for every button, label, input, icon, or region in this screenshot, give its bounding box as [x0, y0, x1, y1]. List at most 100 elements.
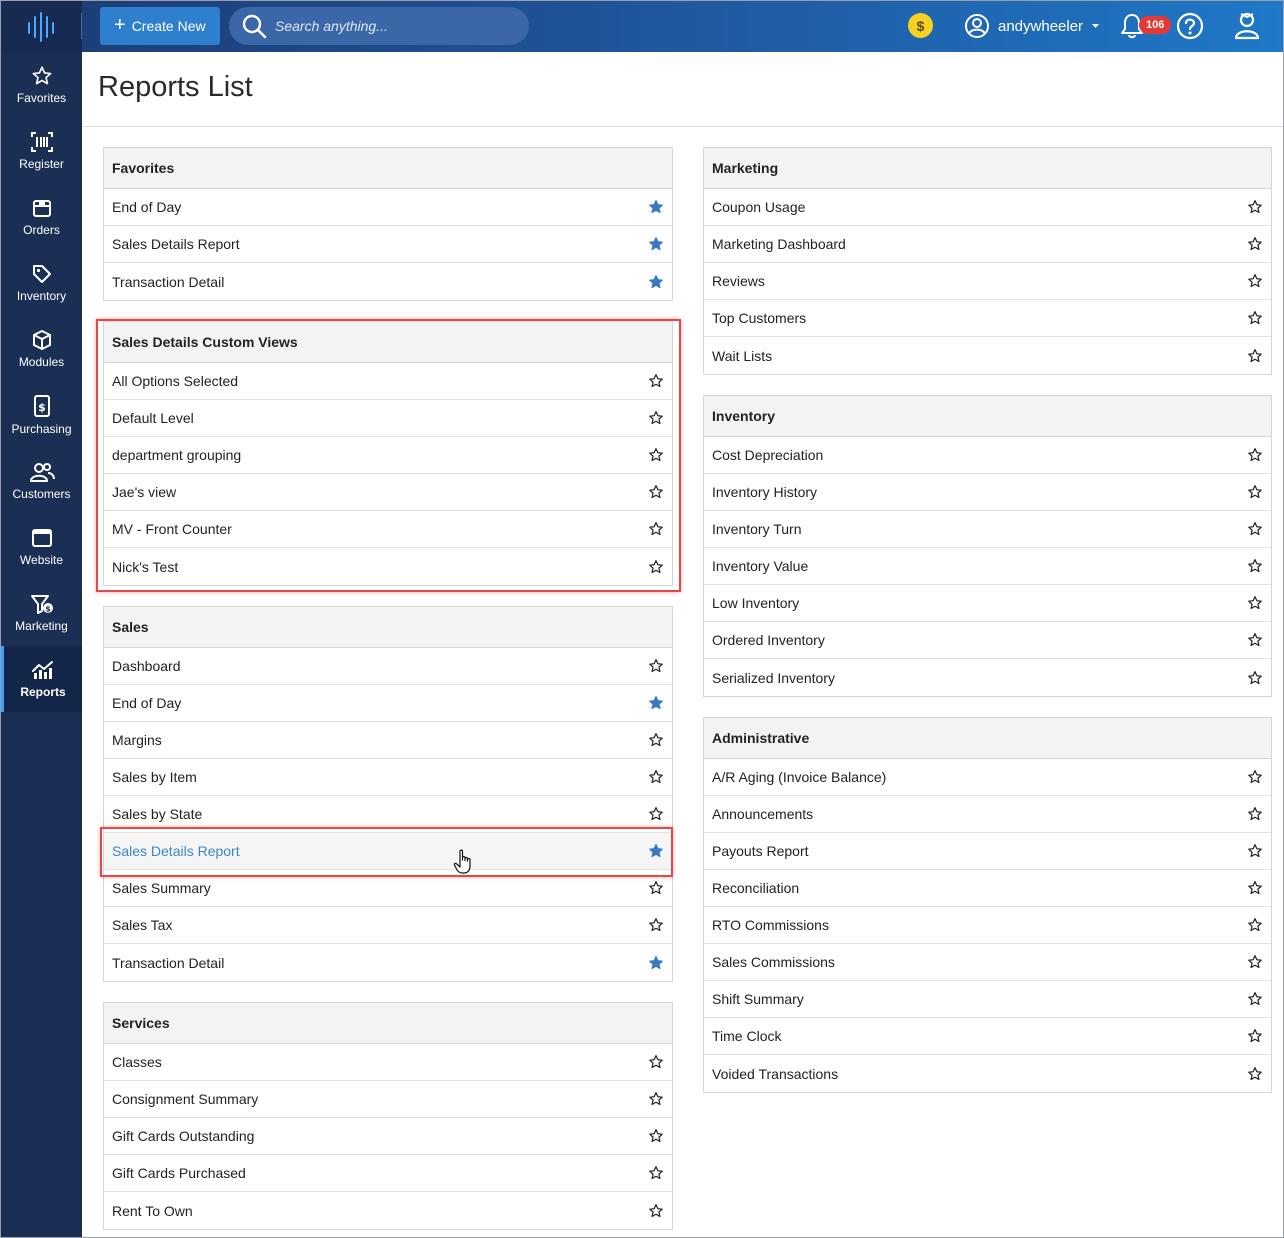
report-row[interactable]: Voided Transactions: [704, 1055, 1271, 1092]
report-link[interactable]: Jae's view: [112, 484, 176, 500]
report-row[interactable]: Sales by State: [104, 796, 672, 833]
report-row[interactable]: Sales Tax: [104, 907, 672, 944]
favorite-toggle-button[interactable]: [1247, 806, 1263, 822]
favorite-toggle-button[interactable]: [648, 274, 664, 290]
report-link[interactable]: Sales Summary: [112, 880, 211, 896]
favorite-toggle-button[interactable]: [1247, 880, 1263, 896]
report-link[interactable]: Classes: [112, 1054, 162, 1070]
favorite-toggle-button[interactable]: [648, 373, 664, 389]
report-row[interactable]: Inventory Turn: [704, 511, 1271, 548]
report-link[interactable]: Consignment Summary: [112, 1091, 258, 1107]
report-link[interactable]: Gift Cards Outstanding: [112, 1128, 254, 1144]
sidebar-item-customers[interactable]: Customers: [1, 448, 82, 514]
report-link[interactable]: Nick's Test: [112, 559, 178, 575]
report-link[interactable]: Ordered Inventory: [712, 632, 825, 648]
report-link[interactable]: Margins: [112, 732, 162, 748]
favorite-toggle-button[interactable]: [1247, 991, 1263, 1007]
report-row[interactable]: Jae's view: [104, 474, 672, 511]
report-row[interactable]: Coupon Usage: [704, 189, 1271, 226]
favorite-toggle-button[interactable]: [648, 1203, 664, 1219]
app-logo[interactable]: [1, 1, 82, 52]
report-link[interactable]: Marketing Dashboard: [712, 236, 846, 252]
report-row[interactable]: Margins: [104, 722, 672, 759]
report-row[interactable]: Low Inventory: [704, 585, 1271, 622]
sidebar-item-orders[interactable]: Orders: [1, 184, 82, 250]
search-input[interactable]: [275, 18, 515, 34]
report-link[interactable]: End of Day: [112, 199, 181, 215]
favorite-toggle-button[interactable]: [648, 410, 664, 426]
report-row[interactable]: department grouping: [104, 437, 672, 474]
report-row[interactable]: Dashboard: [104, 648, 672, 685]
favorite-toggle-button[interactable]: [1247, 954, 1263, 970]
help-button[interactable]: [1176, 12, 1204, 45]
favorite-toggle-button[interactable]: [648, 658, 664, 674]
report-link[interactable]: Transaction Detail: [112, 955, 224, 971]
favorite-toggle-button[interactable]: [1247, 1028, 1263, 1044]
favorite-toggle-button[interactable]: [1247, 236, 1263, 252]
report-link[interactable]: Serialized Inventory: [712, 670, 835, 686]
report-row[interactable]: Payouts Report: [704, 833, 1271, 870]
report-link[interactable]: Reconciliation: [712, 880, 799, 896]
favorite-toggle-button[interactable]: [1247, 310, 1263, 326]
favorite-toggle-button[interactable]: [648, 1054, 664, 1070]
report-row[interactable]: Shift Summary: [704, 981, 1271, 1018]
report-row[interactable]: Sales Details Report: [104, 833, 672, 870]
report-row[interactable]: Consignment Summary: [104, 1081, 672, 1118]
favorite-toggle-button[interactable]: [1247, 632, 1263, 648]
favorite-toggle-button[interactable]: [1247, 447, 1263, 463]
favorite-toggle-button[interactable]: [648, 521, 664, 537]
report-link[interactable]: Sales by Item: [112, 769, 197, 785]
favorite-toggle-button[interactable]: [648, 843, 664, 859]
favorite-toggle-button[interactable]: [648, 880, 664, 896]
report-link[interactable]: Voided Transactions: [712, 1066, 838, 1082]
report-row[interactable]: RTO Commissions: [704, 907, 1271, 944]
favorite-toggle-button[interactable]: [648, 236, 664, 252]
report-link[interactable]: A/R Aging (Invoice Balance): [712, 769, 886, 785]
report-row[interactable]: Serialized Inventory: [704, 659, 1271, 696]
report-link[interactable]: Payouts Report: [712, 843, 809, 859]
sidebar-item-marketing[interactable]: $ Marketing: [1, 580, 82, 646]
report-link[interactable]: Sales Commissions: [712, 954, 835, 970]
report-row[interactable]: Reconciliation: [704, 870, 1271, 907]
report-link[interactable]: Sales by State: [112, 806, 202, 822]
report-row[interactable]: Announcements: [704, 796, 1271, 833]
report-link[interactable]: Announcements: [712, 806, 813, 822]
report-row[interactable]: Rent To Own: [104, 1192, 672, 1229]
favorite-toggle-button[interactable]: [648, 955, 664, 971]
favorite-toggle-button[interactable]: [648, 199, 664, 215]
report-link[interactable]: Rent To Own: [112, 1203, 193, 1219]
report-row[interactable]: Marketing Dashboard: [704, 226, 1271, 263]
sidebar-item-website[interactable]: Website: [1, 514, 82, 580]
store-credit-coin-icon[interactable]: $: [908, 13, 933, 38]
favorite-toggle-button[interactable]: [1247, 843, 1263, 859]
report-row[interactable]: Transaction Detail: [104, 944, 672, 981]
sidebar-item-reports[interactable]: Reports: [1, 646, 82, 712]
report-link[interactable]: End of Day: [112, 695, 181, 711]
favorite-toggle-button[interactable]: [648, 447, 664, 463]
report-row[interactable]: Top Customers: [704, 300, 1271, 337]
report-link[interactable]: Inventory Value: [712, 558, 808, 574]
report-row[interactable]: Inventory History: [704, 474, 1271, 511]
favorite-toggle-button[interactable]: [648, 806, 664, 822]
favorite-toggle-button[interactable]: [648, 732, 664, 748]
favorite-toggle-button[interactable]: [1247, 199, 1263, 215]
report-row[interactable]: Reviews: [704, 263, 1271, 300]
report-link[interactable]: Top Customers: [712, 310, 806, 326]
report-link[interactable]: Sales Details Report: [112, 843, 240, 859]
report-link[interactable]: Sales Details Report: [112, 236, 240, 252]
favorite-toggle-button[interactable]: [648, 917, 664, 933]
report-row[interactable]: Transaction Detail: [104, 263, 672, 300]
report-link[interactable]: department grouping: [112, 447, 241, 463]
sidebar-item-purchasing[interactable]: $ Purchasing: [1, 382, 82, 448]
report-link[interactable]: Transaction Detail: [112, 274, 224, 290]
favorite-toggle-button[interactable]: [1247, 670, 1263, 686]
report-link[interactable]: Cost Depreciation: [712, 447, 823, 463]
report-row[interactable]: Cost Depreciation: [704, 437, 1271, 474]
report-row[interactable]: Sales Details Report: [104, 226, 672, 263]
favorite-toggle-button[interactable]: [648, 1091, 664, 1107]
favorite-toggle-button[interactable]: [648, 1128, 664, 1144]
report-row[interactable]: Gift Cards Outstanding: [104, 1118, 672, 1155]
report-link[interactable]: Sales Tax: [112, 917, 172, 933]
search-box[interactable]: [229, 7, 529, 45]
report-row[interactable]: Wait Lists: [704, 337, 1271, 374]
